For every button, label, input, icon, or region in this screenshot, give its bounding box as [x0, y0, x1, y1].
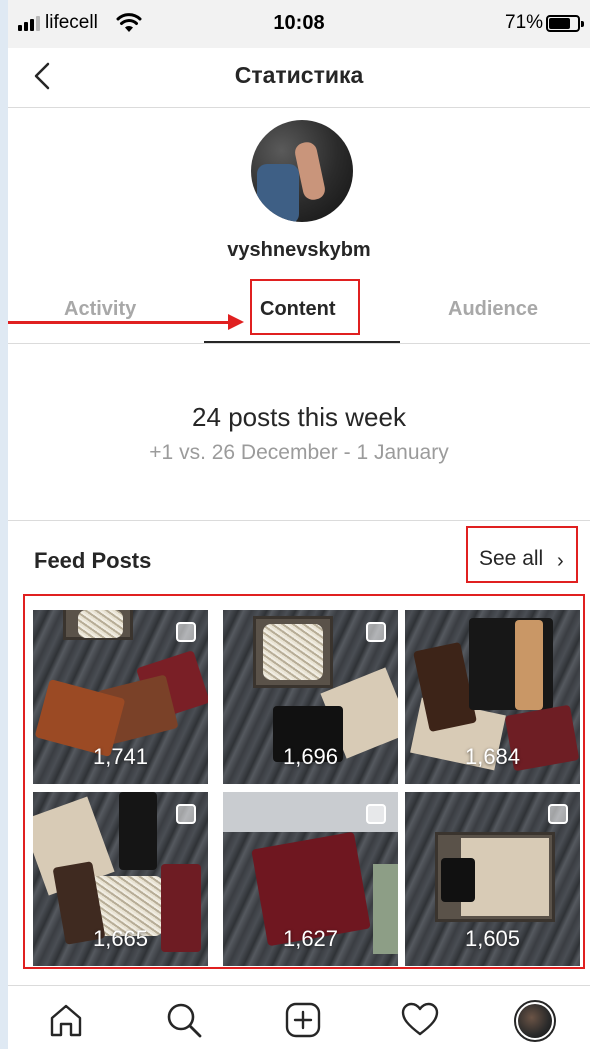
page-title: Статистика [234, 62, 364, 88]
status-bar: lifecell 10:08 71% [8, 0, 590, 48]
feed-posts-title: Feed Posts [34, 548, 152, 573]
nav-header: Статистика [8, 48, 590, 108]
feed-post[interactable]: 1,605 [405, 792, 580, 966]
post-count: 1,684 [464, 744, 521, 769]
heart-icon[interactable] [400, 1000, 440, 1040]
feed-post[interactable]: 1,741 [33, 610, 208, 784]
profile-tab-avatar[interactable] [514, 1000, 556, 1042]
annotation-arrow-head [228, 314, 244, 330]
annotation-box-content-tab [250, 279, 360, 335]
feed-post[interactable]: 1,665 [33, 792, 208, 966]
active-tab-indicator [204, 341, 400, 343]
post-checkbox[interactable] [176, 622, 196, 642]
post-checkbox[interactable] [366, 804, 386, 824]
feed-post[interactable]: 1,684 [405, 610, 580, 784]
profile-avatar [251, 120, 353, 222]
battery-icon [546, 15, 584, 32]
feed-post[interactable]: 1,627 [223, 792, 398, 966]
home-icon[interactable] [46, 1000, 86, 1040]
status-time: 10:08 [273, 12, 325, 34]
posts-summary: 24 posts this week [192, 402, 406, 432]
search-icon[interactable] [164, 1000, 204, 1040]
battery-percent: 71% [505, 12, 544, 33]
bottom-nav [8, 986, 590, 1049]
post-count: 1,696 [282, 744, 339, 769]
post-count: 1,665 [92, 926, 149, 951]
annotation-arrow-line [8, 321, 230, 324]
tab-audience[interactable]: Audience [448, 298, 538, 321]
feed-post[interactable]: 1,696 [223, 610, 398, 784]
annotation-box-see-all [466, 526, 578, 583]
posts-comparison: +1 vs. 26 December - 1 January [149, 441, 449, 464]
profile-username: vyshnevskybm [227, 239, 371, 261]
phone-screen: lifecell 10:08 71% Статистика vyshnevsky… [8, 0, 590, 1049]
post-checkbox[interactable] [548, 804, 568, 824]
post-checkbox[interactable] [366, 622, 386, 642]
post-count: 1,605 [464, 926, 521, 951]
post-count: 1,627 [282, 926, 339, 951]
post-count: 1,741 [92, 744, 149, 769]
add-post-icon[interactable] [283, 1000, 323, 1040]
tab-activity[interactable]: Activity [64, 298, 136, 321]
section-divider [8, 520, 590, 521]
post-checkbox[interactable] [176, 804, 196, 824]
